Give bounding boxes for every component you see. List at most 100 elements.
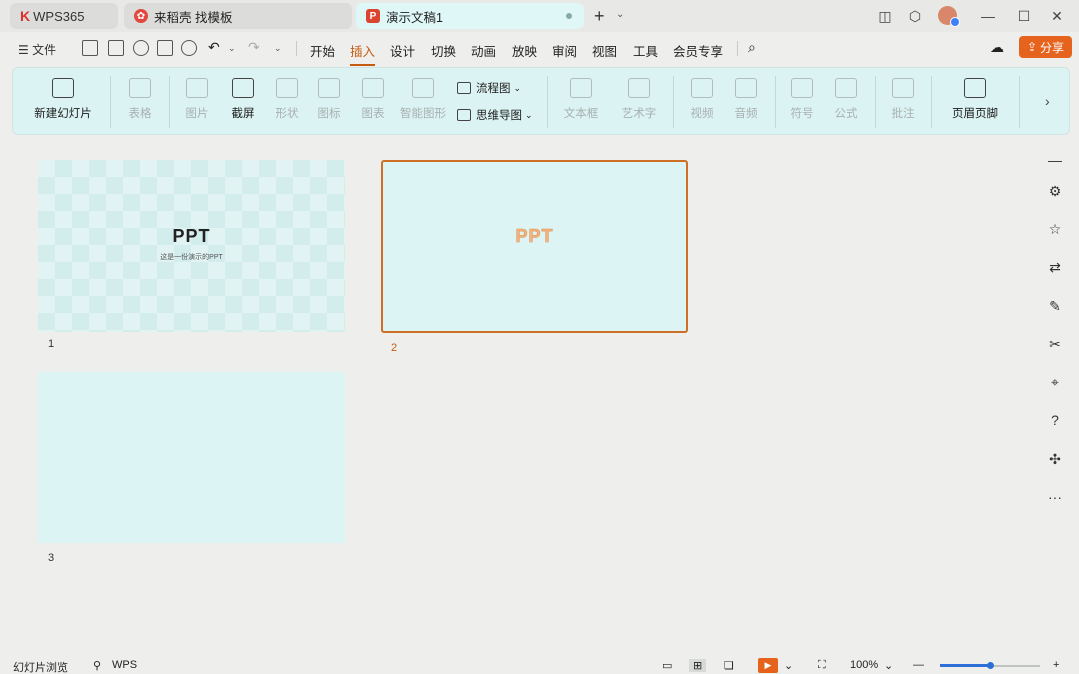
file-menu-label: 文件 [32,43,57,57]
audio-button[interactable]: 音频 [723,68,769,136]
fit-window-icon[interactable]: ⛶ [818,659,826,672]
zoom-in-icon[interactable]: + [1053,659,1059,671]
avatar[interactable] [938,6,960,27]
unsaved-dot-icon[interactable] [566,13,572,19]
docer-icon: ✿ [134,9,148,23]
video-button[interactable]: 视频 [679,68,725,136]
zoom-slider-handle[interactable] [987,662,994,669]
comment-label: 批注 [891,108,915,120]
omega-icon [791,78,813,98]
slideshow-play-button[interactable]: ▶ [758,658,778,673]
close-icon[interactable]: ✕ [1048,7,1066,25]
ribbon-scroll-right-icon[interactable]: › [1045,93,1050,109]
share-button[interactable]: ⇪ 分享 [1019,36,1072,58]
print-preview-icon[interactable] [181,40,197,56]
menu-transition[interactable]: 切换 [431,41,456,60]
file-menu[interactable]: ☰ 文件 [18,41,56,58]
formula-button[interactable]: 公式 [823,68,869,136]
shape-button[interactable]: 形状 [263,68,311,136]
zoom-value[interactable]: 100% [850,659,878,671]
scissors-icon [232,78,254,98]
wps-ai-icon[interactable]: ⚲ [93,659,101,672]
divider [169,76,170,128]
wps-label[interactable]: WPS [112,659,137,671]
new-file-icon[interactable] [82,40,98,56]
flowchart-button[interactable]: 流程图 ⌄ [457,80,521,96]
table-button[interactable]: 表格 [115,68,165,136]
smartart-button[interactable]: 智能图形 [395,68,451,136]
wordart-icon [628,78,650,98]
tab-templates[interactable]: ✿ 来稻壳 找模板 [124,3,352,29]
zoom-out-icon[interactable]: — [913,659,924,671]
wordart-button[interactable]: 艺术字 [611,68,667,136]
menu-animation[interactable]: 动画 [471,41,496,60]
tab-presentation[interactable]: P 演示文稿1 [356,3,584,29]
new-tab-icon[interactable]: + [594,6,605,27]
new-slide-button[interactable]: 新建幻灯片 [23,68,103,136]
slide-thumbnail-2[interactable]: PPT [381,160,688,333]
zoom-chevron-icon[interactable]: ⌄ [884,659,893,672]
screenshot-button[interactable]: 截屏 [219,68,267,136]
chevron-down-icon[interactable]: ⌄ [616,9,624,20]
redo-icon[interactable]: ↷ [248,39,260,56]
menu-design[interactable]: 设计 [390,41,415,60]
menu-member[interactable]: 会员专享 [673,41,723,60]
edit-icon[interactable]: ✎ [1045,296,1065,316]
more-chevron-icon[interactable]: ⌄ [274,43,282,54]
comment-button[interactable]: 批注 [881,68,925,136]
menu-home[interactable]: 开始 [310,41,335,60]
chevron-down-icon: ⌄ [513,82,522,93]
menu-view[interactable]: 视图 [592,41,617,60]
slide-number: 1 [48,338,55,350]
tab-wps365[interactable]: K WPS365 [10,3,118,29]
export-icon[interactable] [133,40,149,56]
print-icon[interactable] [157,40,173,56]
zoom-slider-fill [940,664,990,667]
textbox-button[interactable]: 文本框 [553,68,609,136]
cloud-icon[interactable]: ☁ [990,39,1004,56]
play-chevron-icon[interactable]: ⌄ [784,659,793,672]
more-icon[interactable]: ··· [1045,487,1065,507]
help-icon[interactable]: ? [1045,410,1065,430]
maximize-icon[interactable]: ☐ [1015,7,1033,25]
puzzle-icon[interactable]: ✣ [1045,449,1065,469]
chart-button[interactable]: 图表 [351,68,395,136]
menu-tools[interactable]: 工具 [633,41,658,60]
picture-button[interactable]: 图片 [173,68,221,136]
star-icon[interactable]: ☆ [1045,219,1065,239]
settings-sliders-icon[interactable]: ⚙ [1045,181,1065,201]
transfer-icon[interactable]: ⇄ [1045,257,1065,277]
formula-icon [835,78,857,98]
cube-icon[interactable]: ⬡ [906,7,924,25]
shape-label: 形状 [275,108,299,120]
minimize-icon[interactable]: — [979,7,997,25]
divider [673,76,674,128]
layout-icon[interactable]: ◫ [876,7,894,25]
new-slide-label: 新建幻灯片 [34,108,92,120]
undo-icon[interactable]: ↶ [208,39,220,56]
reading-view-icon[interactable]: ❏ [724,659,734,672]
slide-number: 2 [391,342,398,354]
sorter-view-icon[interactable]: ⊞ [689,659,707,672]
collapse-icon[interactable]: — [1045,150,1065,170]
mindmap-button[interactable]: 思维导图 ⌄ [457,107,533,123]
chart-label: 图表 [361,108,385,120]
divider [296,41,297,56]
slide-thumbnail-1[interactable]: PPT 这是一份演示的PPT [38,160,345,332]
slide-thumbnail-3[interactable] [38,372,345,543]
menu-slideshow[interactable]: 放映 [512,41,537,60]
normal-view-icon[interactable]: ▭ [662,659,672,672]
tools-icon[interactable]: ✂ [1045,334,1065,354]
menu-insert[interactable]: 插入 [350,41,376,66]
scan-icon[interactable]: ⌖ [1045,372,1065,392]
header-footer-button[interactable]: 页眉页脚 [935,68,1015,136]
tab-label: 来稻壳 找模板 [154,10,233,25]
icon-button[interactable]: 图标 [307,68,351,136]
menu-review[interactable]: 审阅 [552,41,577,60]
flowchart-icon [457,82,471,94]
undo-chevron-icon[interactable]: ⌄ [228,43,236,54]
divider [1019,76,1020,128]
search-icon[interactable]: ⌕ [748,39,756,56]
symbol-button[interactable]: 符号 [779,68,825,136]
save-icon[interactable] [108,40,124,56]
